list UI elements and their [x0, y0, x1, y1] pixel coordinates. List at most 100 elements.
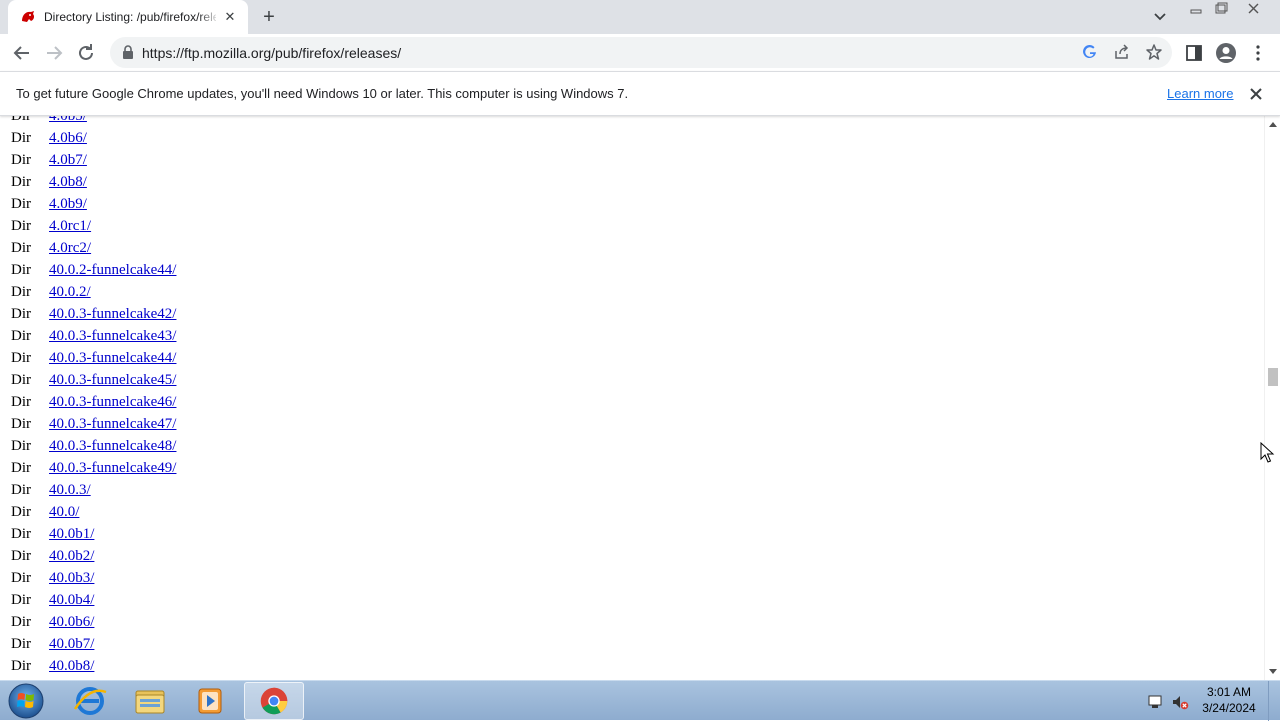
more-menu-icon[interactable] — [1248, 43, 1268, 63]
table-row: Dir 4.0b8/ — [0, 171, 1264, 193]
directory-link[interactable]: 40.0.3-funnelcake42/ — [49, 303, 176, 325]
forward-arrow-icon[interactable] — [42, 41, 66, 65]
file-explorer-icon[interactable] — [120, 682, 180, 720]
directory-link[interactable]: 40.0.3-funnelcake43/ — [49, 325, 176, 347]
directory-link[interactable]: 4.0b7/ — [49, 149, 87, 171]
directory-link[interactable]: 40.0b3/ — [49, 567, 94, 589]
entry-type: Dir — [11, 438, 31, 454]
table-row: Dir 40.0.3/ — [0, 479, 1264, 501]
clock-date: 3/24/2024 — [1202, 701, 1256, 715]
table-row: Dir 40.0.2/ — [0, 281, 1264, 303]
table-row: Dir 40.0.3-funnelcake44/ — [0, 347, 1264, 369]
directory-link[interactable]: 40.0.3-funnelcake48/ — [49, 435, 176, 457]
media-player-icon[interactable] — [180, 682, 240, 720]
directory-link[interactable]: 40.0b8/ — [49, 655, 94, 677]
tab-title: Directory Listing: /pub/firefox/releases… — [44, 10, 216, 24]
directory-link[interactable]: 40.0b7/ — [49, 633, 94, 655]
directory-link[interactable]: 40.0b6/ — [49, 611, 94, 633]
windows-start-icon[interactable] — [4, 682, 48, 720]
clock-time: 3:01 AM — [1206, 685, 1252, 699]
table-row: Dir 40.0b7/ — [0, 633, 1264, 655]
close-icon[interactable] — [1247, 85, 1265, 103]
infobar-message: To get future Google Chrome updates, you… — [16, 86, 629, 101]
reload-icon[interactable] — [74, 41, 98, 65]
tab-directory-listing[interactable]: Directory Listing: /pub/firefox/releases… — [8, 0, 248, 34]
scrollbar-thumb[interactable] — [1268, 368, 1278, 386]
entry-type: Dir — [11, 482, 31, 498]
update-infobar: To get future Google Chrome updates, you… — [0, 71, 1280, 116]
chrome-taskbar-icon[interactable] — [244, 682, 304, 720]
window-close-icon[interactable] — [1240, 1, 1268, 17]
directory-link[interactable]: 4.0b6/ — [49, 127, 87, 149]
table-row: Dir 40.0.3-funnelcake48/ — [0, 435, 1264, 457]
directory-link[interactable]: 4.0b8/ — [49, 171, 87, 193]
page-scrollbar[interactable] — [1264, 116, 1280, 680]
directory-link[interactable]: 40.0.3-funnelcake46/ — [49, 391, 176, 413]
entry-type: Dir — [11, 262, 31, 278]
directory-link[interactable]: 40.0.3-funnelcake47/ — [49, 413, 176, 435]
window-minimize-icon[interactable] — [1183, 1, 1209, 17]
entry-type: Dir — [11, 504, 31, 520]
table-row: Dir 40.0b4/ — [0, 589, 1264, 611]
window-restore-icon[interactable] — [1208, 1, 1234, 17]
entry-type: Dir — [11, 394, 31, 410]
show-desktop-button[interactable] — [1268, 681, 1280, 721]
directory-link[interactable]: 4.0b5/ — [49, 116, 87, 127]
directory-link[interactable]: 4.0rc2/ — [49, 237, 91, 259]
directory-link[interactable]: 40.0.2-funnelcake44/ — [49, 259, 176, 281]
directory-link[interactable]: 40.0.3-funnelcake49/ — [49, 457, 176, 479]
listing-rows: Dir 4.0b5/Dir 4.0b6/Dir 4.0b7/Dir 4.0b8/Dir 4… — [0, 116, 1264, 677]
directory-link[interactable]: 40.0b2/ — [49, 545, 94, 567]
table-row: Dir 40.0b1/ — [0, 523, 1264, 545]
mouse-cursor-icon — [1260, 442, 1275, 463]
learn-more-link[interactable]: Learn more — [1167, 86, 1233, 102]
directory-link[interactable]: 4.0b9/ — [49, 193, 87, 215]
entry-type: Dir — [11, 130, 31, 146]
directory-link[interactable]: 4.0rc1/ — [49, 215, 91, 237]
directory-link[interactable]: 40.0.3-funnelcake45/ — [49, 369, 176, 391]
table-row: Dir 4.0b9/ — [0, 193, 1264, 215]
table-row: Dir 4.0b7/ — [0, 149, 1264, 171]
directory-listing: Dir 4.0b5/Dir 4.0b6/Dir 4.0b7/Dir 4.0b8/Dir 4… — [0, 116, 1264, 680]
directory-link[interactable]: 40.0/ — [49, 501, 79, 523]
table-row: Dir 40.0.3-funnelcake45/ — [0, 369, 1264, 391]
scroll-down-arrow-icon[interactable] — [1269, 669, 1277, 674]
bookmark-star-icon[interactable] — [1145, 43, 1163, 61]
share-icon[interactable] — [1113, 43, 1131, 61]
new-tab-button[interactable]: + — [258, 6, 280, 28]
directory-link[interactable]: 40.0b1/ — [49, 523, 94, 545]
tab-strip: Directory Listing: /pub/firefox/releases… — [0, 0, 1280, 34]
taskbar-clock[interactable]: 3:01 AM 3/24/2024 — [1196, 684, 1262, 716]
entry-type: Dir — [11, 570, 31, 586]
entry-type: Dir — [11, 372, 31, 388]
volume-muted-icon[interactable] — [1171, 693, 1189, 711]
directory-link[interactable]: 40.0.3-funnelcake44/ — [49, 347, 176, 369]
entry-type: Dir — [11, 526, 31, 542]
url-text[interactable]: https://ftp.mozilla.org/pub/firefox/rele… — [142, 44, 401, 62]
directory-link[interactable]: 40.0b4/ — [49, 589, 94, 611]
entry-type: Dir — [11, 196, 31, 212]
address-bar[interactable]: https://ftp.mozilla.org/pub/firefox/rele… — [110, 37, 1172, 68]
windows-taskbar: 3:01 AM 3/24/2024 — [0, 680, 1280, 721]
scroll-up-arrow-icon[interactable] — [1269, 122, 1277, 127]
directory-link[interactable]: 40.0.2/ — [49, 281, 91, 303]
tab-close-icon[interactable]: ✕ — [222, 9, 238, 25]
directory-link[interactable]: 40.0.3/ — [49, 479, 91, 501]
table-row: Dir 40.0b2/ — [0, 545, 1264, 567]
entry-type: Dir — [11, 328, 31, 344]
entry-type: Dir — [11, 350, 31, 366]
entry-type: Dir — [11, 460, 31, 476]
action-center-flag-icon[interactable] — [1146, 693, 1164, 711]
entry-type: Dir — [11, 548, 31, 564]
internet-explorer-icon[interactable] — [60, 682, 120, 720]
entry-type: Dir — [11, 240, 31, 256]
google-translate-icon[interactable] — [1081, 43, 1099, 61]
tab-title-fade — [198, 6, 220, 28]
side-panel-icon[interactable] — [1184, 43, 1204, 63]
profile-avatar-icon[interactable] — [1215, 42, 1237, 64]
table-row: Dir 4.0b5/ — [0, 116, 1264, 127]
table-row: Dir 4.0rc1/ — [0, 215, 1264, 237]
back-arrow-icon[interactable] — [10, 41, 34, 65]
lock-icon[interactable] — [122, 45, 134, 59]
chevron-down-icon[interactable] — [1150, 8, 1170, 26]
